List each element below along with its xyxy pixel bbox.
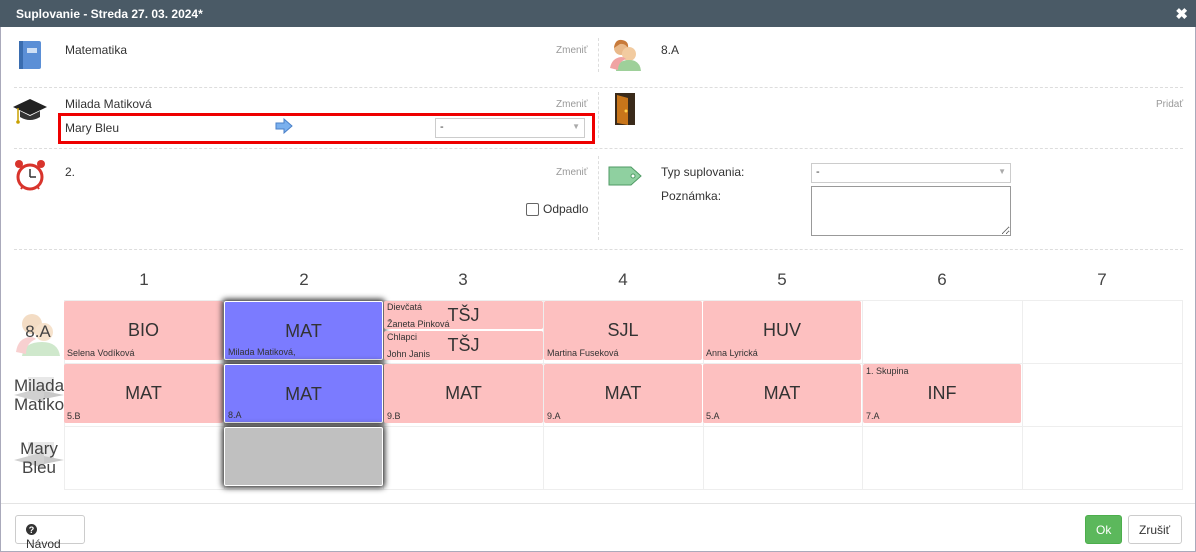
dialog-title: Suplovanie - Streda 27. 03. 2024* — [16, 7, 203, 21]
teacher-change-link[interactable]: Zmeniť — [556, 99, 588, 110]
lesson-cell[interactable]: MAT 5.B — [64, 364, 223, 423]
alarm-clock-icon — [15, 160, 45, 191]
note-textarea[interactable] — [811, 186, 1011, 236]
lesson-subject: MAT — [763, 383, 801, 403]
lesson-subject: INF — [927, 383, 957, 403]
period-change-link[interactable]: Zmeniť — [556, 167, 588, 178]
type-select-value: - — [816, 166, 820, 178]
lesson-teacher: Selena Vodíková — [67, 348, 135, 358]
lesson-class: 9.A — [547, 411, 561, 421]
lesson-subject: MAT — [125, 383, 162, 403]
chevron-down-icon: ▼ — [998, 167, 1006, 176]
lesson-cell[interactable]: BIO Selena Vodíková — [64, 301, 223, 360]
column-header: 2 — [299, 270, 309, 289]
lesson-class: 7.A — [866, 411, 880, 421]
grid-line — [1022, 300, 1023, 490]
lesson-teacher: Milada Matiková, — [228, 347, 296, 357]
lesson-subject: SJL — [607, 320, 639, 340]
lesson-cell[interactable]: MAT 9.A — [544, 364, 702, 423]
lesson-cell[interactable]: 1. Skupina INF 7.A — [863, 364, 1021, 423]
teacher-value: Milada Matiková — [65, 97, 152, 111]
cancel-button[interactable]: Zrušiť — [1128, 515, 1182, 544]
lesson-cell[interactable]: MAT 9.B — [384, 364, 543, 423]
lesson-class: 9.B — [387, 411, 401, 421]
separator — [14, 87, 1183, 88]
lesson-cell-selected[interactable]: MAT 8.A — [224, 364, 383, 423]
substitute-slot[interactable] — [224, 427, 383, 486]
lesson-teacher: Žaneta Pinková — [387, 319, 450, 329]
period-value: 2. — [65, 165, 76, 179]
substitute-select-value: - — [440, 121, 444, 133]
lesson-subject: MAT — [445, 383, 482, 403]
lesson-class: 5.A — [706, 411, 720, 421]
column-header: 4 — [618, 270, 628, 289]
svg-text:?: ? — [29, 525, 35, 535]
lesson-subject: MAT — [285, 384, 322, 404]
separator — [598, 38, 599, 72]
lesson-class: 5.B — [67, 411, 81, 421]
ok-button[interactable]: Ok — [1085, 515, 1122, 544]
substitute-teacher-name: Mary Bleu — [65, 121, 120, 135]
lesson-subject: MAT — [285, 321, 322, 341]
row-label-substitute: Mary Bleu — [20, 439, 58, 477]
students-icon — [610, 39, 641, 71]
lesson-cell[interactable]: SJL Martina Fuseková — [544, 301, 702, 360]
lesson-cell-selected[interactable]: MAT Milada Matiková, — [224, 301, 383, 360]
lesson-group: 1. Skupina — [866, 366, 909, 376]
lesson-cell[interactable]: HUV Anna Lyrická — [703, 301, 861, 360]
separator — [14, 249, 1183, 250]
note-label: Poznámka: — [661, 189, 722, 203]
help-button[interactable]: ? Návod — [15, 515, 85, 551]
lesson-teacher: John Janis — [387, 349, 431, 359]
type-label: Typ suplovania: — [661, 165, 745, 179]
cancelled-label: Odpadlo — [543, 202, 589, 216]
footer-separator — [1, 503, 1195, 504]
help-label: Návod — [26, 537, 61, 551]
lesson-teacher: Martina Fuseková — [547, 348, 619, 358]
separator — [14, 148, 1183, 149]
class-value: 8.A — [661, 43, 680, 57]
column-header: 5 — [777, 270, 787, 289]
close-icon[interactable]: ✖ — [1175, 5, 1188, 23]
cancel-label: Zrušiť — [1139, 523, 1171, 537]
room-add-link[interactable]: Pridať — [1156, 99, 1183, 110]
question-circle-icon: ? — [26, 524, 37, 535]
tag-icon — [608, 166, 642, 186]
row-label-teacher: Milada Matiko — [13, 376, 65, 414]
subject-value: Matematika — [65, 43, 128, 57]
lesson-subject: HUV — [762, 320, 801, 340]
column-header: 7 — [1097, 270, 1107, 289]
arrow-right-icon — [275, 118, 293, 134]
column-header: 1 — [139, 270, 149, 289]
column-header: 6 — [937, 270, 947, 289]
separator — [598, 156, 599, 240]
subject-change-link[interactable]: Zmeniť — [556, 45, 588, 56]
separator — [598, 92, 599, 138]
lesson-class: 8.A — [228, 410, 242, 420]
lesson-cell[interactable]: MAT 5.A — [703, 364, 861, 423]
lesson-cell-group[interactable]: Chlapci TŠJ John Janis — [384, 331, 543, 360]
row-label-class: 8.A — [25, 322, 51, 341]
cancelled-checkbox[interactable] — [526, 203, 539, 216]
type-select[interactable]: - ▼ — [811, 163, 1011, 183]
substitute-select[interactable]: - ▼ — [435, 118, 585, 138]
lesson-cell-group[interactable]: Dievčatá TŠJ Žaneta Pinková — [384, 301, 543, 329]
graduation-cap-icon — [13, 99, 47, 124]
lesson-subject: BIO — [127, 320, 159, 340]
book-icon — [19, 41, 41, 69]
chevron-down-icon: ▼ — [572, 122, 580, 131]
lesson-subject: MAT — [604, 383, 642, 403]
lesson-teacher: Anna Lyrická — [706, 348, 758, 358]
ok-label: Ok — [1096, 523, 1112, 537]
dialog-titlebar: Suplovanie - Streda 27. 03. 2024* ✖ — [0, 0, 1196, 27]
column-header: 3 — [458, 270, 468, 289]
door-icon — [615, 93, 635, 125]
